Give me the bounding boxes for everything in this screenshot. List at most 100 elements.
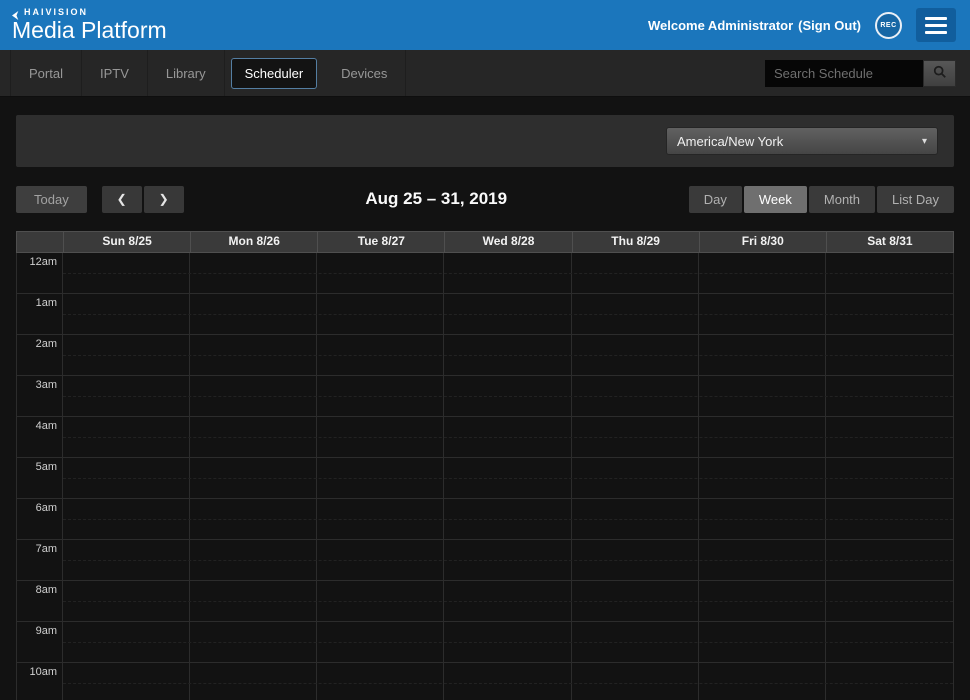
calendar-cell[interactable] (444, 663, 571, 700)
hamburger-bar (925, 24, 947, 27)
calendar-cell[interactable] (826, 253, 953, 293)
calendar-cell[interactable] (63, 499, 190, 539)
calendar-cell[interactable] (317, 253, 444, 293)
calendar-cell[interactable] (317, 581, 444, 621)
calendar-cell[interactable] (699, 663, 826, 700)
timezone-select[interactable]: America/New York ▾ (666, 127, 938, 155)
calendar-cell[interactable] (699, 376, 826, 416)
calendar-cell[interactable] (572, 417, 699, 457)
calendar-cell[interactable] (444, 417, 571, 457)
calendar-cell[interactable] (63, 417, 190, 457)
calendar-cell[interactable] (317, 376, 444, 416)
calendar-cell[interactable] (826, 335, 953, 375)
calendar-cell[interactable] (826, 581, 953, 621)
calendar-cell[interactable] (572, 458, 699, 498)
haivision-logo-icon (12, 8, 21, 17)
view-day-button[interactable]: Day (689, 186, 742, 213)
calendar-cell[interactable] (572, 499, 699, 539)
calendar-cell[interactable] (699, 499, 826, 539)
calendar-cell[interactable] (444, 376, 571, 416)
calendar-cell[interactable] (572, 253, 699, 293)
calendar-cell[interactable] (572, 622, 699, 662)
calendar-cell[interactable] (826, 622, 953, 662)
calendar-cell[interactable] (444, 622, 571, 662)
calendar-cell[interactable] (572, 335, 699, 375)
calendar-cell[interactable] (317, 540, 444, 580)
calendar-cell[interactable] (699, 458, 826, 498)
time-label: 3am (17, 376, 63, 416)
calendar-cell[interactable] (63, 335, 190, 375)
calendar-cell[interactable] (572, 663, 699, 700)
view-listday-button[interactable]: List Day (877, 186, 954, 213)
calendar-cell[interactable] (572, 294, 699, 334)
search-button[interactable] (923, 60, 956, 87)
calendar-cell[interactable] (826, 540, 953, 580)
calendar-cell[interactable] (826, 458, 953, 498)
calendar-cell[interactable] (63, 581, 190, 621)
calendar-cell[interactable] (826, 417, 953, 457)
calendar-cell[interactable] (63, 294, 190, 334)
calendar-cell[interactable] (63, 663, 190, 700)
calendar-cell[interactable] (190, 581, 317, 621)
calendar-cell[interactable] (826, 663, 953, 700)
calendar-cell[interactable] (190, 294, 317, 334)
calendar-cell[interactable] (699, 253, 826, 293)
nav-tab-scheduler[interactable]: Scheduler (231, 58, 318, 89)
next-week-button[interactable]: ❯ (144, 186, 184, 213)
calendar-cell[interactable] (63, 622, 190, 662)
calendar-cell[interactable] (63, 253, 190, 293)
calendar-cell[interactable] (444, 335, 571, 375)
search-input[interactable] (765, 60, 923, 87)
calendar-cell[interactable] (190, 663, 317, 700)
calendar-cell[interactable] (190, 253, 317, 293)
calendar-cell[interactable] (444, 540, 571, 580)
calendar-cell[interactable] (699, 581, 826, 621)
sign-out-link[interactable]: (Sign Out) (798, 18, 861, 33)
calendar-cell[interactable] (444, 294, 571, 334)
calendar-cell[interactable] (699, 294, 826, 334)
nav-tab-devices[interactable]: Devices (323, 50, 406, 96)
calendar-cell[interactable] (572, 376, 699, 416)
calendar-cell[interactable] (572, 540, 699, 580)
calendar-cell[interactable] (826, 499, 953, 539)
prev-week-button[interactable]: ❮ (102, 186, 142, 213)
calendar-cell[interactable] (63, 458, 190, 498)
calendar-cell[interactable] (826, 376, 953, 416)
calendar-cell[interactable] (63, 540, 190, 580)
calendar-cell[interactable] (190, 376, 317, 416)
calendar-cell[interactable] (572, 581, 699, 621)
today-button[interactable]: Today (16, 186, 87, 213)
calendar-cell[interactable] (190, 417, 317, 457)
calendar-cell[interactable] (826, 294, 953, 334)
calendar-cell[interactable] (190, 622, 317, 662)
calendar-cell[interactable] (699, 622, 826, 662)
calendar-cell[interactable] (444, 253, 571, 293)
calendar-cell[interactable] (190, 458, 317, 498)
calendar-cell[interactable] (317, 417, 444, 457)
view-month-button[interactable]: Month (809, 186, 875, 213)
hamburger-menu-button[interactable] (916, 8, 956, 42)
calendar-cell[interactable] (317, 335, 444, 375)
calendar-cell[interactable] (317, 294, 444, 334)
calendar-cell[interactable] (190, 540, 317, 580)
calendar-cell[interactable] (317, 622, 444, 662)
calendar-cell[interactable] (699, 417, 826, 457)
nav-tab-portal[interactable]: Portal (10, 50, 82, 96)
calendar-cell[interactable] (699, 335, 826, 375)
view-week-button[interactable]: Week (744, 186, 807, 213)
calendar-cell[interactable] (317, 499, 444, 539)
calendar-cell[interactable] (444, 581, 571, 621)
calendar-cell[interactable] (317, 663, 444, 700)
rec-indicator-badge[interactable]: REC (875, 12, 902, 39)
calendar-cell[interactable] (63, 376, 190, 416)
nav-tab-library[interactable]: Library (148, 50, 225, 96)
chevron-down-icon: ▾ (922, 136, 927, 147)
calendar-cell[interactable] (190, 499, 317, 539)
day-header: Sun 8/25 (63, 232, 190, 252)
calendar-cell[interactable] (317, 458, 444, 498)
nav-tab-iptv[interactable]: IPTV (82, 50, 148, 96)
calendar-cell[interactable] (699, 540, 826, 580)
calendar-cell[interactable] (444, 499, 571, 539)
calendar-cell[interactable] (190, 335, 317, 375)
calendar-cell[interactable] (444, 458, 571, 498)
